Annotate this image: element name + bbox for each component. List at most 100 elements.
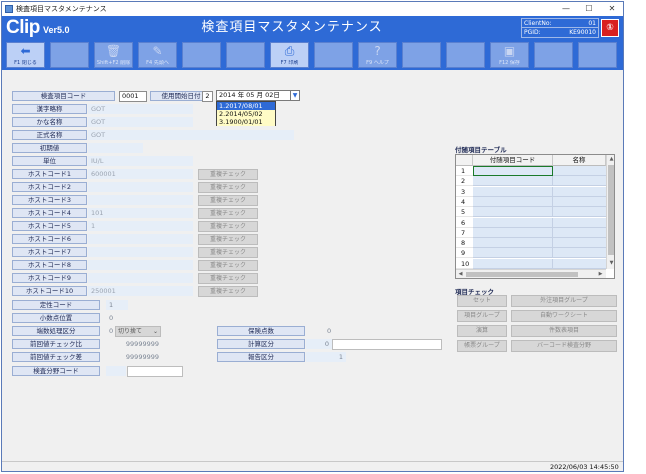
- duplicate-check-button[interactable]: 重複チェック: [198, 182, 258, 193]
- cell-code[interactable]: [473, 166, 553, 176]
- vertical-scrollbar[interactable]: ▲ ▼: [606, 155, 614, 269]
- toolbar-button-13[interactable]: [534, 42, 573, 68]
- calc-name-field[interactable]: [332, 339, 442, 350]
- toolbar-button-6[interactable]: [226, 42, 265, 68]
- prev-diff-field[interactable]: 99999999: [106, 352, 161, 362]
- formal-name-field[interactable]: GOT: [88, 130, 294, 140]
- toolbar-button-9[interactable]: ? F9 ヘルプ: [358, 42, 397, 68]
- kanji-field[interactable]: GOT: [88, 104, 193, 114]
- cell-name[interactable]: [553, 166, 606, 176]
- table-row[interactable]: 10: [456, 258, 606, 269]
- code-input[interactable]: 0001: [119, 91, 147, 102]
- cell-code[interactable]: [473, 176, 553, 187]
- table-row[interactable]: 3: [456, 186, 606, 197]
- cell-name[interactable]: [553, 227, 606, 238]
- initial-value-field[interactable]: [88, 143, 143, 153]
- decimal-field[interactable]: 0: [106, 313, 116, 323]
- duplicate-check-button[interactable]: 重複チェック: [198, 273, 258, 284]
- scroll-thumb[interactable]: [608, 165, 614, 255]
- cell-name[interactable]: [553, 238, 606, 249]
- table-row[interactable]: 8: [456, 238, 606, 249]
- report-field[interactable]: 1: [306, 352, 346, 362]
- duplicate-check-button[interactable]: 重複チェック: [198, 221, 258, 232]
- table-row[interactable]: 6: [456, 217, 606, 228]
- host-code-field[interactable]: 250001: [88, 286, 193, 296]
- cell-name[interactable]: [553, 186, 606, 197]
- toolbar-button-5[interactable]: [182, 42, 221, 68]
- cell-code[interactable]: [473, 248, 553, 259]
- toolbar-button-7[interactable]: ⎙ F7 印刷: [270, 42, 309, 68]
- date-option[interactable]: 2.2014/05/02: [217, 110, 275, 118]
- item-check-button[interactable]: バーコード検査分野: [511, 340, 617, 352]
- item-check-button[interactable]: 自動ワークシート: [511, 310, 617, 322]
- table-row[interactable]: 1: [456, 166, 606, 176]
- host-code-field[interactable]: [88, 234, 193, 244]
- item-check-button[interactable]: 帳票グループ: [457, 340, 507, 352]
- kana-field[interactable]: GOT: [88, 117, 193, 127]
- toolbar-button-3[interactable]: 🗑 Shift+F2 削除: [94, 42, 133, 68]
- category-name-field[interactable]: [127, 366, 183, 377]
- item-check-button[interactable]: 外注項目グループ: [511, 295, 617, 307]
- cell-code[interactable]: [473, 196, 553, 207]
- scroll-right-icon[interactable]: ▶: [596, 270, 605, 278]
- toolbar-button-4[interactable]: ✎ F4 先頭へ: [138, 42, 177, 68]
- horizontal-scrollbar[interactable]: ◀ ▶: [456, 269, 606, 278]
- item-check-button[interactable]: 項目グループ: [457, 310, 507, 322]
- col-header-code[interactable]: 付随項目コード: [473, 155, 553, 166]
- cell-name[interactable]: [553, 217, 606, 228]
- cell-name[interactable]: [553, 176, 606, 187]
- toolbar-button-14[interactable]: [578, 42, 617, 68]
- date-option[interactable]: 3.1900/01/01: [217, 118, 275, 126]
- duplicate-check-button[interactable]: 重複チェック: [198, 169, 258, 180]
- cell-code[interactable]: [473, 238, 553, 249]
- unit-field[interactable]: IU/L: [88, 156, 193, 166]
- cell-name[interactable]: [553, 196, 606, 207]
- minimize-button[interactable]: —: [555, 2, 577, 16]
- scroll-left-icon[interactable]: ◀: [456, 270, 465, 278]
- cell-name[interactable]: [553, 258, 606, 269]
- table-row[interactable]: 4: [456, 196, 606, 207]
- table-row[interactable]: 2: [456, 176, 606, 187]
- category-code-field[interactable]: [106, 366, 126, 376]
- cell-code[interactable]: [473, 186, 553, 197]
- table-row[interactable]: 9: [456, 248, 606, 259]
- calc-code-field[interactable]: 0: [306, 339, 332, 349]
- toolbar-button-11[interactable]: [446, 42, 485, 68]
- scroll-down-icon[interactable]: ▼: [607, 259, 614, 268]
- item-check-button[interactable]: セット: [457, 295, 507, 307]
- cell-name[interactable]: [553, 207, 606, 218]
- duplicate-check-button[interactable]: 重複チェック: [198, 247, 258, 258]
- toolbar-button-10[interactable]: [402, 42, 441, 68]
- toolbar-button-12[interactable]: ▣ F12 保存: [490, 42, 529, 68]
- cell-code[interactable]: [473, 217, 553, 228]
- toolbar-button-1[interactable]: ⬅ F1 閉じる: [6, 42, 45, 68]
- item-check-button[interactable]: 件数表項目: [511, 325, 617, 337]
- scroll-up-icon[interactable]: ▲: [607, 155, 614, 164]
- prev-ratio-field[interactable]: 99999999: [106, 339, 161, 349]
- duplicate-check-button[interactable]: 重複チェック: [198, 234, 258, 245]
- col-header-name[interactable]: 名称: [553, 155, 606, 166]
- toolbar-button-8[interactable]: [314, 42, 353, 68]
- table-row[interactable]: 5: [456, 207, 606, 218]
- host-code-field[interactable]: [88, 247, 193, 257]
- host-code-field[interactable]: [88, 195, 193, 205]
- host-code-field[interactable]: [88, 273, 193, 283]
- start-seq-input[interactable]: 2: [202, 91, 213, 102]
- start-date-select[interactable]: 2014 年 05 月 02日 ▼: [216, 90, 300, 101]
- maximize-button[interactable]: ☐: [578, 2, 600, 16]
- toolbar-button-2[interactable]: [50, 42, 89, 68]
- cell-name[interactable]: [553, 248, 606, 259]
- cell-code[interactable]: [473, 227, 553, 238]
- duplicate-check-button[interactable]: 重複チェック: [198, 195, 258, 206]
- duplicate-check-button[interactable]: 重複チェック: [198, 260, 258, 271]
- insurance-field[interactable]: 0: [324, 326, 342, 336]
- duplicate-check-button[interactable]: 重複チェック: [198, 208, 258, 219]
- chevron-down-icon[interactable]: ▼: [290, 91, 299, 100]
- scroll-thumb[interactable]: [466, 272, 578, 277]
- host-code-field[interactable]: 600001: [88, 169, 193, 179]
- close-window-button[interactable]: ✕: [601, 2, 623, 16]
- duplicate-check-button[interactable]: 重複チェック: [198, 286, 258, 297]
- cell-code[interactable]: [473, 258, 553, 269]
- cell-code[interactable]: [473, 207, 553, 218]
- item-check-button[interactable]: 演算: [457, 325, 507, 337]
